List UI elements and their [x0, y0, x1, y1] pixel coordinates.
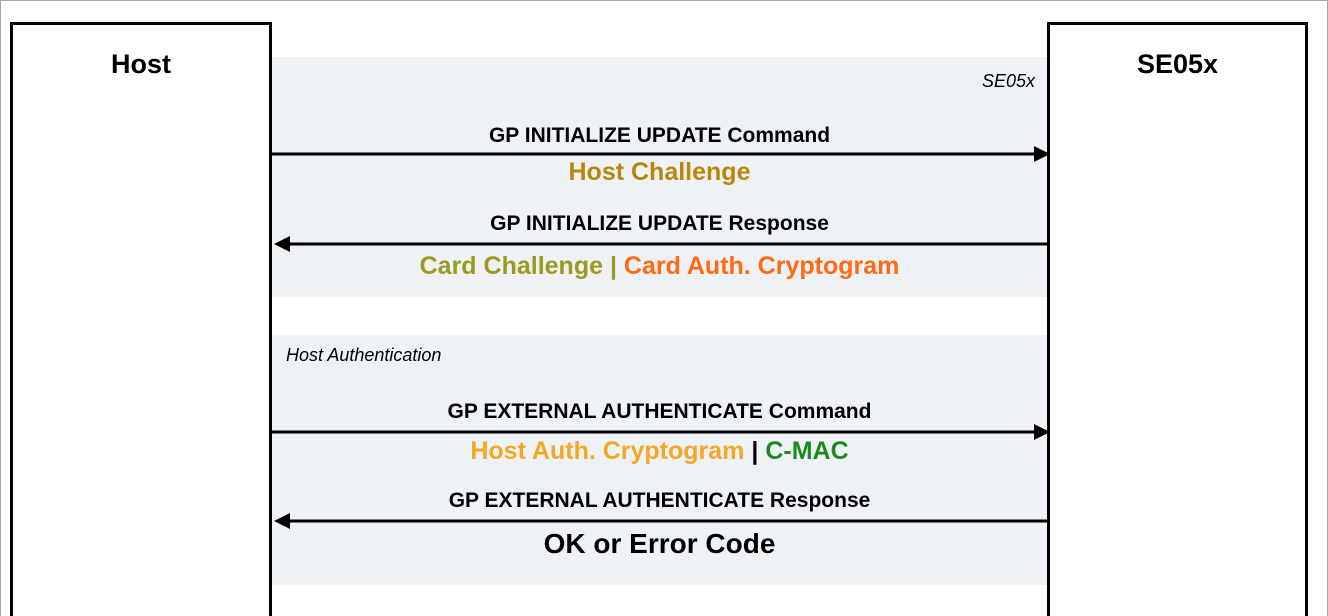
arrow-se-to-host-1	[274, 236, 1047, 252]
arrow-host-to-se-2	[272, 424, 1050, 440]
arrow-host-to-se-1	[272, 146, 1050, 162]
arrow-se-to-host-2	[274, 513, 1047, 529]
message-arrows	[272, 146, 1050, 529]
